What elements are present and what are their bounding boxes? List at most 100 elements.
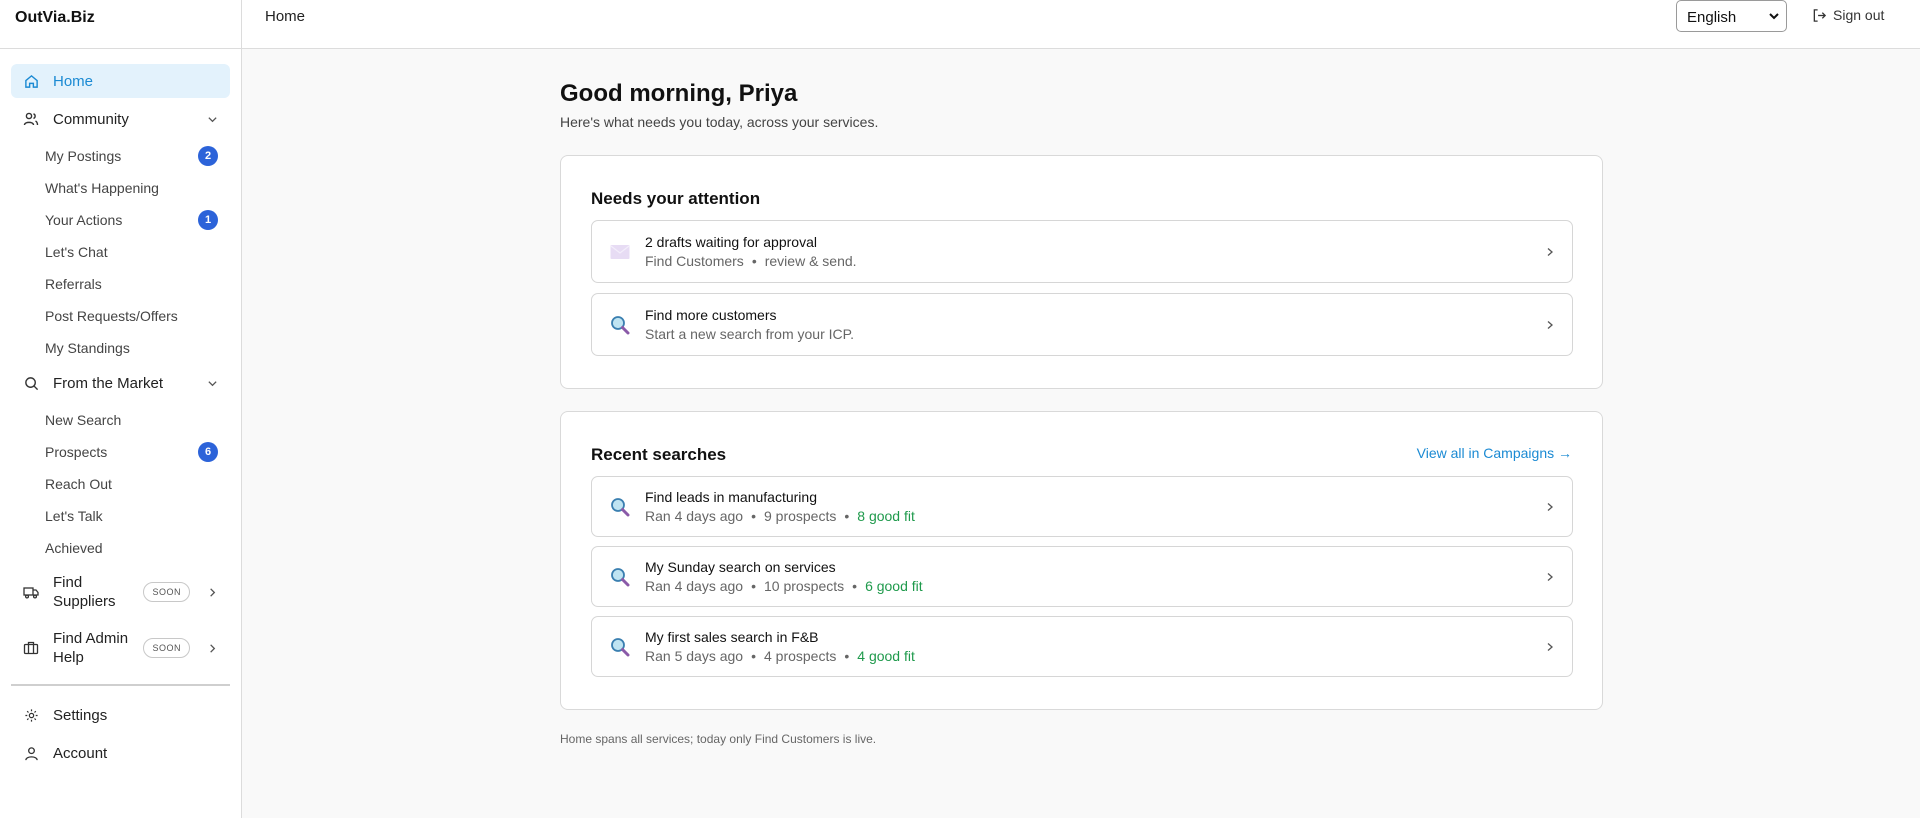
prospect-count: 10 prospects xyxy=(763,578,845,594)
language-select[interactable]: English xyxy=(1676,0,1787,32)
sidebar-item-label: Let's Chat xyxy=(45,244,108,260)
row-subtitle: Start a new search from your ICP. xyxy=(645,326,855,342)
label-line-1: Find Admin xyxy=(53,630,129,647)
sidebar-item-label: Find Suppliers xyxy=(53,573,143,611)
home-icon xyxy=(23,73,39,89)
recent-search-row[interactable]: Find leads in manufacturing Ran 4 days a… xyxy=(591,476,1573,537)
attention-card: Needs your attention 2 drafts waiting fo… xyxy=(560,155,1603,389)
sidebar-item-my-postings[interactable]: My Postings 2 xyxy=(11,140,230,172)
sidebar-footer-nav: Settings Account xyxy=(0,698,241,770)
row-title: 2 drafts waiting for approval xyxy=(645,234,817,250)
recent-searches-card: Recent searches View all in Campaigns → … xyxy=(560,411,1603,710)
page-title: Good morning, Priya xyxy=(560,80,798,107)
chevron-right-icon xyxy=(1542,247,1558,257)
footnote: Home spans all services; today only Find… xyxy=(560,732,877,746)
sidebar-section-community[interactable]: Community xyxy=(11,102,230,136)
label-line-2: Suppliers xyxy=(53,593,116,610)
sidebar-item-label: Find Admin Help xyxy=(53,629,143,667)
sidebar-item-settings[interactable]: Settings xyxy=(11,698,230,732)
good-fit-count: 8 good fit xyxy=(857,508,915,524)
sidebar-item-home[interactable]: Home xyxy=(11,64,230,98)
attention-item-drafts[interactable]: 2 drafts waiting for approval Find Custo… xyxy=(591,220,1573,283)
ran-time: Ran 4 days ago xyxy=(645,578,744,594)
row-subtitle: Ran 4 days ago • 9 prospects • 8 good fit xyxy=(645,508,915,524)
sidebar-item-account[interactable]: Account xyxy=(11,736,230,770)
chevron-down-icon xyxy=(206,377,218,389)
recent-search-row[interactable]: My Sunday search on services Ran 4 days … xyxy=(591,546,1573,607)
top-bar: Home English Sign out xyxy=(242,0,1920,49)
sidebar: OutVia.Biz Home Community My Postings 2 … xyxy=(0,0,242,818)
good-fit-count: 4 good fit xyxy=(857,648,915,664)
sidebar-item-label: Prospects xyxy=(45,444,108,460)
sidebar-item-referrals[interactable]: Referrals xyxy=(11,268,230,300)
chevron-right-icon xyxy=(1542,572,1558,582)
truck-icon xyxy=(23,584,39,600)
sidebar-item-label: Reach Out xyxy=(45,476,112,492)
count-badge: 1 xyxy=(198,210,218,230)
row-subtitle: Ran 5 days ago • 4 prospects • 4 good fit xyxy=(645,648,915,664)
row-title: Find leads in manufacturing xyxy=(645,489,817,505)
row-title: My first sales search in F&B xyxy=(645,629,819,645)
view-all-campaigns-link[interactable]: View all in Campaigns → xyxy=(1417,445,1572,461)
sidebar-item-achieved[interactable]: Achieved xyxy=(11,532,230,564)
sign-out-label: Sign out xyxy=(1833,7,1885,23)
sidebar-item-lets-talk[interactable]: Let's Talk xyxy=(11,500,230,532)
brand-logo[interactable]: OutVia.Biz xyxy=(0,0,241,48)
sidebar-section-market[interactable]: From the Market xyxy=(11,366,230,400)
count-badge: 6 xyxy=(198,442,218,462)
sign-out-icon xyxy=(1812,8,1827,23)
sidebar-item-reach-out[interactable]: Reach Out xyxy=(11,468,230,500)
soon-badge: SOON xyxy=(143,638,190,658)
chevron-down-icon xyxy=(1762,10,1786,22)
sidebar-item-post-requests[interactable]: Post Requests/Offers xyxy=(11,300,230,332)
sidebar-item-lets-chat[interactable]: Let's Chat xyxy=(11,236,230,268)
row-subtitle: Ran 4 days ago • 10 prospects • 6 good fit xyxy=(645,578,923,594)
sidebar-nav: Home Community My Postings 2 What's Happ… xyxy=(0,49,241,674)
sidebar-item-label: Referrals xyxy=(45,276,102,292)
row-title: Find more customers xyxy=(645,307,777,323)
sidebar-item-label: Let's Talk xyxy=(45,508,103,524)
chevron-right-icon xyxy=(206,642,218,654)
chevron-right-icon xyxy=(1542,320,1558,330)
sidebar-item-your-actions[interactable]: Your Actions 1 xyxy=(11,204,230,236)
row-sub-service: Find Customers xyxy=(645,253,744,269)
sidebar-item-find-admin-help[interactable]: Find Admin Help SOON xyxy=(11,622,230,674)
sidebar-item-label: Your Actions xyxy=(45,212,123,228)
sign-out-button[interactable]: Sign out xyxy=(1812,7,1884,23)
row-text: Find leads in manufacturing Ran 4 days a… xyxy=(645,488,1542,525)
label-line-1: Find xyxy=(53,574,83,591)
good-fit-count: 6 good fit xyxy=(865,578,923,594)
attention-item-find-customers[interactable]: Find more customers Start a new search f… xyxy=(591,293,1573,356)
market-list: New Search Prospects 6 Reach Out Let's T… xyxy=(11,404,230,564)
sidebar-divider xyxy=(11,684,230,686)
sidebar-item-new-search[interactable]: New Search xyxy=(11,404,230,436)
chevron-down-icon xyxy=(206,113,218,125)
label-line-2: Help xyxy=(53,649,84,666)
sidebar-item-prospects[interactable]: Prospects 6 xyxy=(11,436,230,468)
sidebar-item-label: Settings xyxy=(53,706,108,724)
page-subtitle: Here's what needs you today, across your… xyxy=(560,114,879,130)
row-title: My Sunday search on services xyxy=(645,559,836,575)
briefcase-icon xyxy=(23,640,39,656)
sidebar-item-whats-happening[interactable]: What's Happening xyxy=(11,172,230,204)
magnifier-icon xyxy=(610,567,630,587)
gear-icon xyxy=(23,707,39,723)
magnifier-icon xyxy=(610,637,630,657)
recent-searches-title: Recent searches xyxy=(591,445,727,464)
sidebar-item-find-suppliers[interactable]: Find Suppliers SOON xyxy=(11,566,230,618)
sidebar-section-label: From the Market xyxy=(53,374,164,392)
users-icon xyxy=(23,111,39,127)
count-badge: 2 xyxy=(198,146,218,166)
recent-search-row[interactable]: My first sales search in F&B Ran 5 days … xyxy=(591,616,1573,677)
row-sub-action: review & send. xyxy=(764,253,857,269)
sidebar-item-label: What's Happening xyxy=(45,180,159,196)
chevron-right-icon xyxy=(1542,502,1558,512)
ran-time: Ran 5 days ago xyxy=(645,648,744,664)
user-icon xyxy=(23,745,39,761)
ran-time: Ran 4 days ago xyxy=(645,508,744,524)
sidebar-item-my-standings[interactable]: My Standings xyxy=(11,332,230,364)
row-text: My first sales search in F&B Ran 5 days … xyxy=(645,628,1542,665)
language-select-value: English xyxy=(1687,8,1737,26)
magnifier-icon xyxy=(610,497,630,517)
main-content: Good morning, Priya Here's what needs yo… xyxy=(560,80,1603,746)
